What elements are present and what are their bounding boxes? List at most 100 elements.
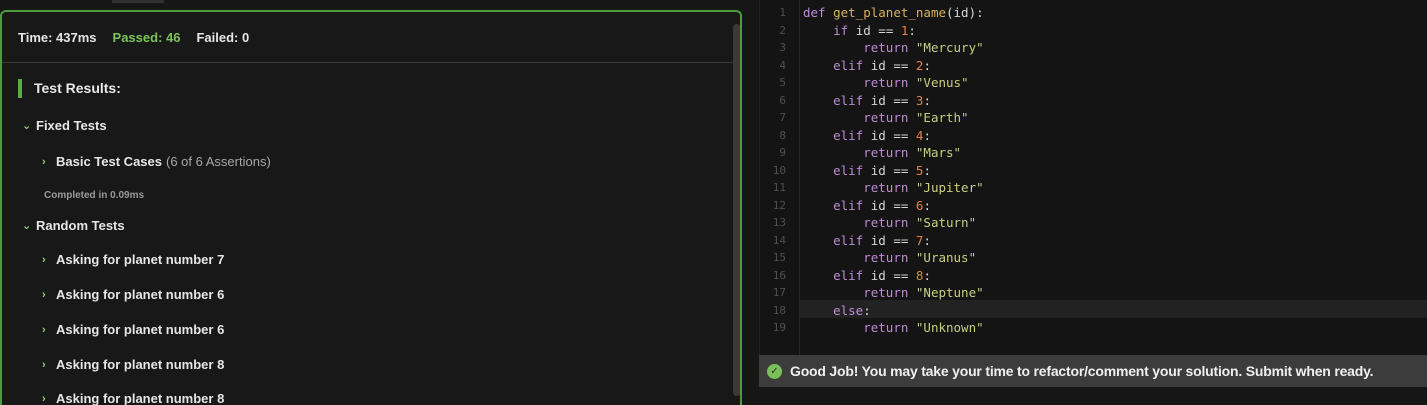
- keyword-cond: elif: [833, 127, 864, 143]
- test-item-basic[interactable]: › Basic Test Cases (6 of 6 Assertions): [42, 154, 271, 169]
- string-literal: "Mercury": [915, 40, 984, 55]
- code-line: return "Mars": [803, 144, 961, 162]
- line-number: 5: [779, 76, 786, 89]
- chevron-right-icon: ›: [42, 323, 46, 336]
- punct: :: [923, 162, 931, 178]
- group-random-tests[interactable]: ⌄ Random Tests: [22, 218, 125, 233]
- punct: :: [923, 232, 931, 248]
- punct: ==: [885, 162, 916, 178]
- assertions-count: (6 of 6 Assertions): [166, 154, 271, 169]
- time-stat: Time: 437ms: [18, 29, 97, 45]
- punct: ==: [885, 232, 916, 248]
- test-item-random[interactable]: › Asking for planet number 8: [42, 357, 224, 372]
- failed-stat: Failed: 0: [196, 29, 250, 45]
- function-name: get_planet_name: [833, 5, 946, 20]
- code-line: elif id == 8:: [803, 267, 931, 285]
- keyword-cond: elif: [833, 232, 864, 248]
- param: id: [870, 92, 886, 108]
- keyword-return: return: [863, 320, 909, 335]
- test-item-label: Basic Test Cases: [56, 154, 162, 169]
- code-line: elif id == 2:: [803, 57, 931, 75]
- punct: :: [923, 127, 931, 143]
- test-item-random[interactable]: › Asking for planet number 6: [42, 287, 224, 302]
- keyword-return: return: [863, 180, 909, 195]
- output-scrollbar[interactable]: [733, 24, 740, 396]
- group-fixed-tests[interactable]: ⌄ Fixed Tests: [22, 118, 107, 133]
- keyword-def: def: [803, 5, 826, 20]
- line-number: 14: [772, 233, 786, 247]
- results-title: Test Results:: [34, 80, 121, 96]
- punct: ==: [885, 92, 916, 108]
- string-literal: "Uranus": [915, 250, 977, 265]
- keyword-return: return: [863, 40, 909, 55]
- code-line: elif id == 7:: [803, 232, 931, 250]
- param: id: [870, 197, 886, 213]
- string-literal: "Neptune": [915, 285, 984, 300]
- line-number: 7: [779, 111, 786, 124]
- keyword-else: else: [833, 302, 864, 318]
- code-line: return "Unknown": [803, 319, 983, 337]
- keyword-cond: elif: [833, 162, 864, 178]
- punct: ):: [968, 5, 984, 20]
- line-number: 17: [772, 286, 786, 299]
- keyword-return: return: [863, 145, 909, 160]
- chevron-down-icon: ⌄: [22, 120, 32, 132]
- param: id: [870, 162, 886, 178]
- keyword-cond: if: [833, 22, 849, 38]
- param: id: [870, 57, 886, 73]
- code-line: elif id == 6:: [803, 197, 931, 215]
- test-item-random[interactable]: › Asking for planet number 7: [42, 252, 224, 267]
- line-number: 10: [772, 163, 786, 177]
- line-number: 3: [779, 41, 786, 54]
- keyword-cond: elif: [833, 92, 864, 108]
- test-output-panel: Time: 437ms Passed: 46 Failed: 0 Test Re…: [0, 10, 742, 405]
- line-number: 6: [779, 93, 786, 107]
- completed-time: Completed in 0.09ms: [44, 190, 145, 201]
- stats-bar: Time: 437ms Passed: 46 Failed: 0: [2, 12, 740, 63]
- punct: ==: [885, 57, 916, 73]
- test-item-random[interactable]: › Asking for planet number 8: [42, 391, 224, 405]
- line-number: 2: [779, 23, 786, 37]
- code-line: return "Saturn": [803, 214, 976, 232]
- test-item-label: Asking for planet number 6: [56, 287, 225, 302]
- param: id: [870, 232, 886, 248]
- keyword-cond: elif: [833, 267, 864, 283]
- keyword-return: return: [863, 250, 909, 265]
- punct: :: [923, 92, 931, 108]
- punct: :: [923, 267, 931, 283]
- test-item-random[interactable]: › Asking for planet number 6: [42, 322, 224, 337]
- chevron-down-icon: ⌄: [22, 220, 32, 232]
- code-line: return "Neptune": [803, 284, 984, 302]
- code-line: elif id == 4:: [803, 127, 931, 145]
- param: id: [953, 5, 969, 20]
- success-banner: ✓ Good Job! You may take your time to re…: [759, 355, 1427, 387]
- passed-stat: Passed: 46: [112, 29, 181, 45]
- active-line-highlight: [800, 300, 1427, 318]
- code-line: elif id == 5:: [803, 162, 931, 180]
- line-number: 11: [772, 181, 786, 194]
- code-line: return "Earth": [803, 109, 968, 127]
- group-label: Fixed Tests: [36, 118, 107, 133]
- code-line: return "Mercury": [803, 39, 984, 57]
- code-line: return "Jupiter": [803, 179, 983, 197]
